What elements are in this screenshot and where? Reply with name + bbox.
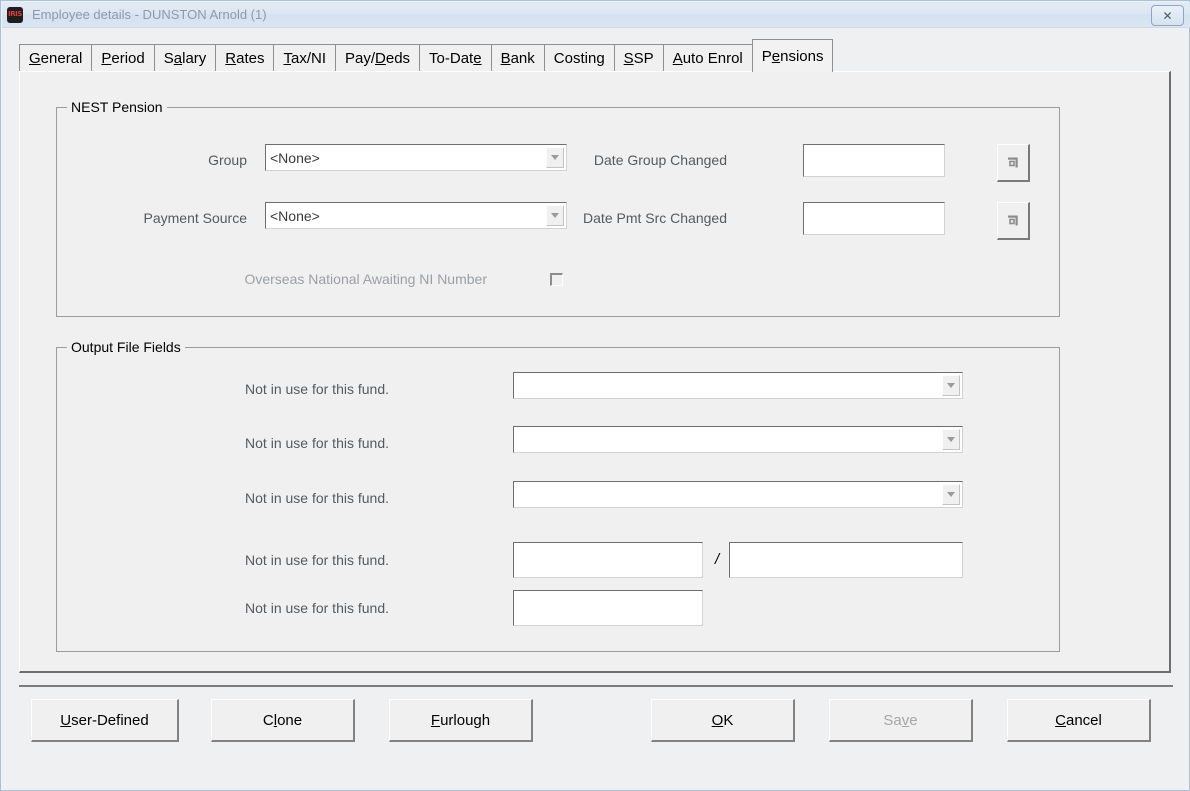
date-pmt-src-changed-input[interactable] xyxy=(803,202,945,235)
button-label: User-Defined xyxy=(60,711,149,729)
button-label: Clone xyxy=(262,711,303,729)
title-bar: IRIS Employee details - DUNSTON Arnold (… xyxy=(2,2,1190,28)
app-icon-glyph: IRIS xyxy=(8,10,22,18)
button-label: Save xyxy=(883,711,918,729)
date-picker-icon xyxy=(1007,215,1018,226)
tab-ssp[interactable]: SSP xyxy=(613,44,664,72)
output-row-label-2: Not in use for this fund. xyxy=(245,490,389,506)
overseas-national-checkbox[interactable] xyxy=(550,273,563,286)
output-row-input-4[interactable] xyxy=(513,590,703,626)
output-row-label-0: Not in use for this fund. xyxy=(245,381,389,397)
tab-label: Auto Enrol xyxy=(672,50,743,67)
tab-label: SSP xyxy=(623,50,654,67)
employee-details-window: IRIS Employee details - DUNSTON Arnold (… xyxy=(0,0,1190,791)
tab-label: To-Date xyxy=(429,50,482,67)
output-row-label-1: Not in use for this fund. xyxy=(245,435,389,451)
button-bar-separator xyxy=(19,685,1173,687)
button-label: OK xyxy=(711,711,734,729)
tab-label: Rates xyxy=(225,50,265,67)
button-bar: User-Defined Clone Furlough OK Save Cancel xyxy=(1,699,1190,745)
payment-source-combo-value: <None> xyxy=(270,207,320,224)
furlough-button[interactable]: Furlough xyxy=(389,699,533,742)
tab-label: Costing xyxy=(553,50,605,67)
ok-button[interactable]: OK xyxy=(651,699,795,742)
date-pmt-src-changed-label: Date Pmt Src Changed xyxy=(583,210,727,226)
tab-label: Salary xyxy=(163,50,207,67)
nest-pension-title: NEST Pension xyxy=(67,99,167,115)
tab-bank[interactable]: Bank xyxy=(490,44,545,72)
window-title: Employee details - DUNSTON Arnold (1) xyxy=(32,7,267,22)
date-picker-icon xyxy=(1007,157,1018,168)
chevron-down-icon[interactable] xyxy=(942,484,960,505)
tab-rates[interactable]: Rates xyxy=(215,44,275,72)
date-pmt-src-picker-button[interactable] xyxy=(997,202,1030,240)
tab-label: Pay/Deds xyxy=(345,50,411,67)
tab-strip: General Period Salary Rates Tax/NI Pay/Deds To… xyxy=(19,39,834,72)
tab-label: Period xyxy=(101,50,145,67)
output-row-label-4: Not in use for this fund. xyxy=(245,600,389,616)
tab-general[interactable]: General xyxy=(19,44,93,72)
tab-costing[interactable]: Costing xyxy=(543,44,615,72)
output-row-label-3: Not in use for this fund. xyxy=(245,552,389,568)
date-group-changed-input[interactable] xyxy=(803,144,945,177)
tab-label: Bank xyxy=(500,50,535,67)
output-row-input-3b[interactable] xyxy=(729,542,963,578)
tab-auto-enrol[interactable]: Auto Enrol xyxy=(662,44,753,72)
output-row-combo-1[interactable] xyxy=(513,426,963,453)
group-label: Group xyxy=(208,152,247,168)
output-row-separator-3: / xyxy=(715,551,720,568)
group-combo-value: <None> xyxy=(270,149,320,166)
group-combo[interactable]: <None> xyxy=(265,144,567,171)
tab-label: Tax/NI xyxy=(283,50,326,67)
output-row-input-3a[interactable] xyxy=(513,542,703,578)
tab-tax-ni[interactable]: Tax/NI xyxy=(273,44,336,72)
payment-source-label: Payment Source xyxy=(143,210,248,226)
cancel-button[interactable]: Cancel xyxy=(1007,699,1151,742)
close-icon-glyph: ✕ xyxy=(1162,8,1173,23)
save-button: Save xyxy=(829,699,973,742)
output-row-combo-2[interactable] xyxy=(513,481,963,508)
nest-pension-groupbox: NEST Pension Group <None> Date Group Cha… xyxy=(56,99,1060,317)
tab-pensions[interactable]: Pensions xyxy=(751,39,834,72)
tab-content-pensions: NEST Pension Group <None> Date Group Cha… xyxy=(19,71,1171,673)
overseas-national-label: Overseas National Awaiting NI Number xyxy=(244,271,487,287)
button-label: Cancel xyxy=(1055,711,1102,729)
chevron-down-icon[interactable] xyxy=(942,429,960,450)
date-group-picker-button[interactable] xyxy=(997,144,1030,182)
output-file-fields-title: Output File Fields xyxy=(67,339,185,355)
tab-pay-deds[interactable]: Pay/Deds xyxy=(335,44,421,72)
tab-label: General xyxy=(29,50,83,67)
chevron-down-icon[interactable] xyxy=(942,375,960,396)
tab-salary[interactable]: Salary xyxy=(153,44,217,72)
button-label: Furlough xyxy=(430,711,491,729)
close-icon[interactable]: ✕ xyxy=(1151,5,1184,26)
output-row-combo-0[interactable] xyxy=(513,372,963,399)
user-defined-button[interactable]: User-Defined xyxy=(31,699,179,742)
payroll-app-icon: IRIS xyxy=(7,6,23,23)
date-group-changed-label: Date Group Changed xyxy=(593,152,727,168)
output-file-fields-groupbox: Output File Fields Not in use for this f… xyxy=(56,339,1060,652)
clone-button[interactable]: Clone xyxy=(211,699,355,742)
tab-to-date[interactable]: To-Date xyxy=(419,44,492,72)
tab-label: Pensions xyxy=(761,47,824,65)
tab-period[interactable]: Period xyxy=(91,44,155,72)
